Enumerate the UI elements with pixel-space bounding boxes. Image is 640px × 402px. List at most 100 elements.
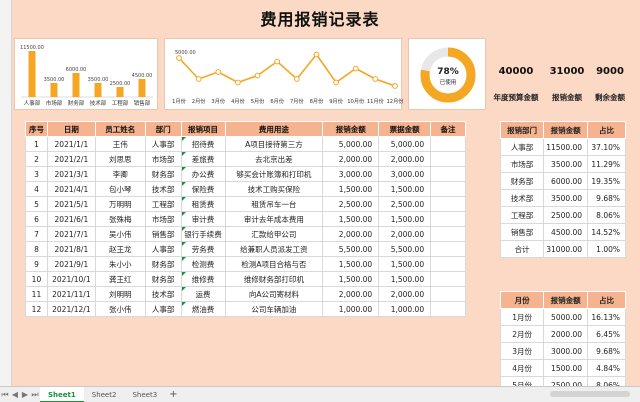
expense-table-cell[interactable]: 人事部 xyxy=(144,301,182,317)
expense-table-cell[interactable]: 技术部 xyxy=(144,181,182,197)
expense-table-cell[interactable]: 万明明 xyxy=(94,196,146,212)
expense-table-cell[interactable]: 2021/11/1 xyxy=(46,286,96,302)
expense-table-cell[interactable] xyxy=(430,136,466,152)
department-table-cell[interactable]: 4500.00 xyxy=(543,223,589,241)
expense-table-cell[interactable]: 运费 xyxy=(180,286,226,302)
expense-table-cell[interactable]: 12 xyxy=(25,301,48,317)
expense-table-cell[interactable]: 5,500.00 xyxy=(322,241,380,257)
expense-table-cell[interactable]: 2021/1/1 xyxy=(46,136,96,152)
expense-table-cell[interactable]: 人事部 xyxy=(144,136,182,152)
tab-sheet3[interactable]: Sheet3 xyxy=(124,387,165,402)
expense-table-cell[interactable]: 2 xyxy=(25,151,48,167)
expense-table-cell[interactable]: 维修费 xyxy=(180,271,226,287)
expense-table-cell[interactable]: 劳务费 xyxy=(180,241,226,257)
month-table-cell[interactable]: 3月份 xyxy=(499,342,545,360)
month-table-cell[interactable]: 8.06% xyxy=(587,376,626,386)
expense-table-cell[interactable]: 11 xyxy=(25,286,48,302)
expense-table-cell[interactable]: 2021/2/1 xyxy=(46,151,96,167)
expense-table-cell[interactable] xyxy=(430,241,466,257)
department-table-cell[interactable]: 2500.00 xyxy=(543,206,589,224)
month-table-cell[interactable]: 5000.00 xyxy=(543,308,589,326)
expense-table-cell[interactable]: 2,000.00 xyxy=(378,226,432,242)
month-table-cell[interactable]: 2500.00 xyxy=(543,376,589,386)
prev-sheet-icon[interactable]: ◀ xyxy=(10,390,20,399)
expense-table-cell[interactable]: 财务部 xyxy=(144,271,182,287)
expense-table-cell[interactable]: 王伟 xyxy=(94,136,146,152)
expense-table-cell[interactable]: 销售部 xyxy=(144,226,182,242)
line-chart-panel[interactable]: 1月份 2月份 3月份 4月份 5月份 6月份 7月份 8月份 9月份 10月份 11月份 12月份 5… xyxy=(164,38,403,110)
expense-table-cell[interactable]: 2,000.00 xyxy=(322,226,380,242)
expense-table-cell[interactable]: 赵王龙 xyxy=(94,241,146,257)
expense-table-cell[interactable]: 2021/5/1 xyxy=(46,196,96,212)
expense-table-cell[interactable]: 7 xyxy=(25,226,48,242)
month-table-cell[interactable]: 6.45% xyxy=(587,325,626,343)
expense-table-cell[interactable]: 2021/10/1 xyxy=(46,271,96,287)
expense-table-cell[interactable]: 审计去年成本费用 xyxy=(224,211,324,227)
expense-table-cell[interactable]: 6 xyxy=(25,211,48,227)
expense-table-cell[interactable]: 张小伟 xyxy=(94,301,146,317)
expense-table-cell[interactable]: 3,000.00 xyxy=(322,166,380,182)
expense-table-cell[interactable]: 差旅费 xyxy=(180,151,226,167)
department-table-cell[interactable]: 财务部 xyxy=(499,172,545,190)
expense-table-cell[interactable]: 技术部 xyxy=(144,286,182,302)
department-table-cell[interactable]: 合计 xyxy=(499,240,545,258)
department-table-cell[interactable]: 工程部 xyxy=(499,206,545,224)
expense-table-cell[interactable]: 燃油费 xyxy=(180,301,226,317)
expense-table-cell[interactable]: 10 xyxy=(25,271,48,287)
month-table-cell[interactable]: 9.68% xyxy=(587,342,626,360)
expense-table-cell[interactable]: 5,000.00 xyxy=(378,136,432,152)
expense-table-cell[interactable] xyxy=(430,301,466,317)
department-table-cell[interactable]: 技术部 xyxy=(499,189,545,207)
expense-table-cell[interactable]: 1,500.00 xyxy=(378,256,432,272)
tab-sheet2[interactable]: Sheet2 xyxy=(84,387,125,402)
department-table-cell[interactable]: 3500.00 xyxy=(543,155,589,173)
next-sheet-icon[interactable]: ▶ xyxy=(20,390,30,399)
month-table-cell[interactable]: 1500.00 xyxy=(543,359,589,377)
expense-table-cell[interactable] xyxy=(430,151,466,167)
expense-table-cell[interactable]: 1,500.00 xyxy=(322,181,380,197)
tab-sheet1[interactable]: Sheet1 xyxy=(40,386,84,402)
department-table-cell[interactable]: 6000.00 xyxy=(543,172,589,190)
last-sheet-icon[interactable]: ⏭ xyxy=(30,390,40,400)
expense-table-cell[interactable]: 1,500.00 xyxy=(322,271,380,287)
expense-table-cell[interactable]: 2021/9/1 xyxy=(46,256,96,272)
expense-table-cell[interactable]: 检测费 xyxy=(180,256,226,272)
donut-chart-panel[interactable]: 78% 已使用 xyxy=(408,38,486,110)
expense-table-cell[interactable]: 包小琴 xyxy=(94,181,146,197)
expense-table-cell[interactable]: 财务部 xyxy=(144,166,182,182)
month-table-cell[interactable]: 2月份 xyxy=(499,325,545,343)
expense-table-cell[interactable]: 维修财务部打印机 xyxy=(224,271,324,287)
expense-table-cell[interactable] xyxy=(430,256,466,272)
expense-table-cell[interactable]: 办公费 xyxy=(180,166,226,182)
expense-table-cell[interactable]: 1,000.00 xyxy=(378,301,432,317)
expense-table-cell[interactable]: 2,500.00 xyxy=(378,196,432,212)
expense-table-cell[interactable]: 2021/6/1 xyxy=(46,211,96,227)
month-table-cell[interactable]: 4.84% xyxy=(587,359,626,377)
expense-table-cell[interactable]: 龚王红 xyxy=(94,271,146,287)
department-table-cell[interactable]: 3500.00 xyxy=(543,189,589,207)
month-table-cell[interactable]: 1月份 xyxy=(499,308,545,326)
expense-table-cell[interactable]: 保险费 xyxy=(180,181,226,197)
department-table-cell[interactable]: 14.52% xyxy=(587,223,626,241)
expense-table-cell[interactable]: 2,000.00 xyxy=(322,151,380,167)
department-table-cell[interactable]: 9.68% xyxy=(587,189,626,207)
expense-table-cell[interactable]: 人事部 xyxy=(144,241,182,257)
expense-table-cell[interactable] xyxy=(430,166,466,182)
month-table-cell[interactable]: 4月份 xyxy=(499,359,545,377)
expense-table-cell[interactable]: 1,500.00 xyxy=(322,211,380,227)
expense-table-cell[interactable]: 市场部 xyxy=(144,151,182,167)
expense-table-cell[interactable]: 去北京出差 xyxy=(224,151,324,167)
expense-table-cell[interactable]: 1,000.00 xyxy=(322,301,380,317)
department-table-cell[interactable]: 市场部 xyxy=(499,155,545,173)
expense-table-cell[interactable]: 租赁费 xyxy=(180,196,226,212)
expense-table-cell[interactable]: 2021/12/1 xyxy=(46,301,96,317)
expense-table-cell[interactable]: 检测A项目合格与否 xyxy=(224,256,324,272)
expense-table-cell[interactable]: 租赁吊车一台 xyxy=(224,196,324,212)
expense-table-cell[interactable] xyxy=(430,271,466,287)
first-sheet-icon[interactable]: ⏮ xyxy=(0,390,10,400)
expense-table-cell[interactable]: 汇款给甲公司 xyxy=(224,226,324,242)
department-table-cell[interactable]: 11.29% xyxy=(587,155,626,173)
department-table-cell[interactable]: 37.10% xyxy=(587,138,626,156)
expense-table-cell[interactable]: 财务部 xyxy=(144,256,182,272)
expense-table-cell[interactable]: 2021/3/1 xyxy=(46,166,96,182)
